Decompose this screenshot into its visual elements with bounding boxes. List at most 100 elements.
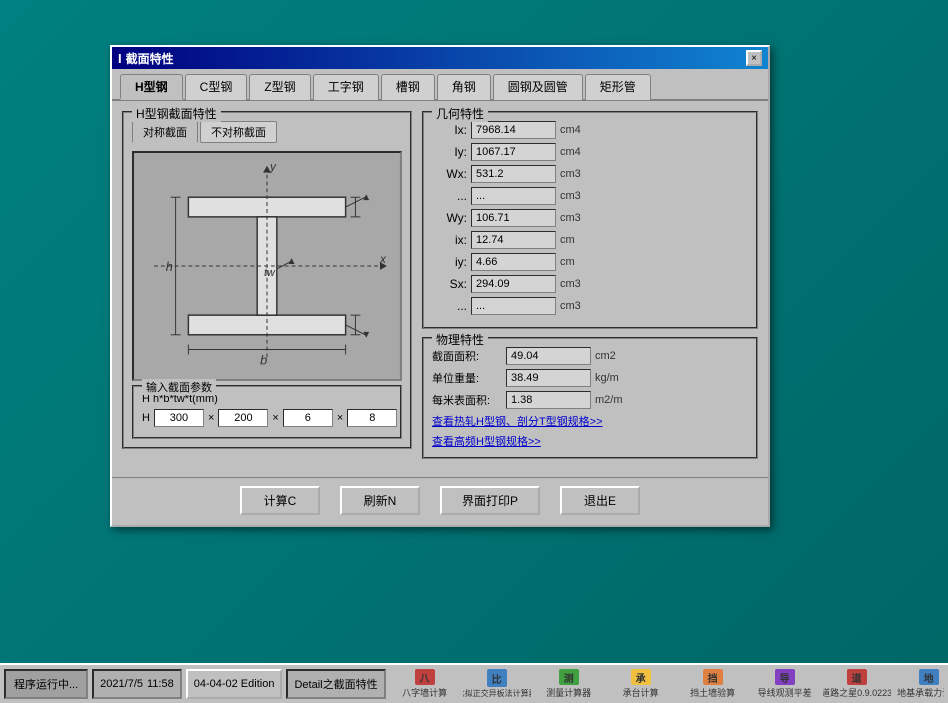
taskbar-time: 11:58: [147, 678, 174, 690]
exit-button[interactable]: 退出E: [560, 486, 640, 515]
tab-bar: H型钢 C型钢 Z型钢 工字钢 槽钢 角钢 圆钢及圆管 矩形管: [112, 69, 768, 101]
geo-unit-dots1: cm3: [560, 190, 590, 202]
link-hot-rolled[interactable]: 查看热轧H型钢、剖分T型钢规格>>: [432, 413, 748, 429]
geo-label-iyy: iy:: [432, 255, 467, 269]
geo-row-wx: Wx: 531.2 cm3: [432, 165, 748, 183]
left-panel: H型钢截面特性 对称截面 不对称截面: [122, 111, 412, 467]
geo-unit-sx: cm3: [560, 278, 590, 290]
tb-mini-icon-0: 八: [415, 669, 435, 685]
calc-button[interactable]: 计算C: [240, 486, 320, 515]
tab-round[interactable]: 圆钢及圆管: [493, 74, 583, 100]
geo-unit-wx: cm3: [560, 168, 590, 180]
taskbar-app-title[interactable]: Detail之截面特性: [286, 669, 385, 699]
tb-icon-1[interactable]: 比 比拟正交异板法计算器: [462, 667, 532, 701]
tb-icon-5[interactable]: 导 导线观测平差: [750, 667, 820, 701]
phys-unit-area: cm2: [595, 350, 616, 362]
modal-footer: 计算C 刷新N 界面打印P 退出E: [112, 477, 768, 525]
tb-mini-icon-7: 地: [919, 669, 939, 685]
phys-unit-weight: kg/m: [595, 372, 619, 384]
taskbar-edition[interactable]: 04-04-02 Edition: [186, 669, 283, 699]
tab-c-beam[interactable]: C型钢: [185, 74, 248, 100]
phys-row-surface: 每米表面积: 1.38 m2/m: [432, 391, 748, 409]
sep3: ×: [337, 412, 343, 424]
tab-slot[interactable]: 槽钢: [381, 74, 435, 100]
geo-label-ixx: ix:: [432, 233, 467, 247]
refresh-button[interactable]: 刷新N: [340, 486, 420, 515]
geo-value-wx: 531.2: [471, 165, 556, 183]
modal-window: I 截面特性 × H型钢 C型钢 Z型钢 工字钢 槽钢 角钢 圆钢及圆管 矩形管: [110, 45, 770, 527]
taskbar-running: 程序运行中...: [4, 669, 88, 699]
geo-row-wy: Wy: 106.71 cm3: [432, 209, 748, 227]
tb-icon-2[interactable]: 测 测量计算器: [534, 667, 604, 701]
section-group-label: H型钢截面特性: [132, 105, 221, 122]
geo-value-wy: 106.71: [471, 209, 556, 227]
tb-icon-3[interactable]: 承 承台计算: [606, 667, 676, 701]
geo-row-iyy: iy: 4.66 cm: [432, 253, 748, 271]
phys-value-area: 49.04: [506, 347, 591, 365]
print-button[interactable]: 界面打印P: [440, 486, 540, 515]
geo-unit-dots2: cm3: [560, 300, 590, 312]
geo-group-label: 几何特性: [432, 105, 488, 122]
modal-title: I 截面特性: [118, 50, 174, 67]
param-h-label: H: [142, 412, 150, 424]
tb-icon-7[interactable]: 地 地基承载力计算: [894, 667, 944, 701]
geo-row-sx: Sx: 294.09 cm3: [432, 275, 748, 293]
param-b-input[interactable]: [218, 409, 268, 427]
params-group-label: 输入截面参数: [142, 379, 216, 395]
phys-label-weight: 单位重量:: [432, 370, 502, 386]
desktop: I 截面特性 × H型钢 C型钢 Z型钢 工字钢 槽钢 角钢 圆钢及圆管 矩形管: [0, 0, 948, 703]
phys-label-surface: 每米表面积:: [432, 392, 502, 408]
sep2: ×: [272, 412, 278, 424]
param-tw-input[interactable]: [283, 409, 333, 427]
geo-value-iy: 1067.17: [471, 143, 556, 161]
tb-mini-icon-4: 挡: [703, 669, 723, 685]
close-button[interactable]: ×: [746, 50, 762, 66]
geo-unit-iyy: cm: [560, 256, 590, 268]
tb-icon-0[interactable]: 八 八字墙计算: [390, 667, 460, 701]
tab-h-beam[interactable]: H型钢: [120, 74, 183, 100]
right-panel: 几何特性 Ix: 7968.14 cm4 Iy: 1067.17 cm4: [422, 111, 758, 467]
phys-label-area: 截面面积:: [432, 348, 502, 364]
geo-value-dots2: ...: [471, 297, 556, 315]
tab-z-beam[interactable]: Z型钢: [249, 74, 310, 100]
tb-mini-icon-2: 测: [559, 669, 579, 685]
sub-tab-bar: 对称截面 不对称截面: [132, 121, 402, 143]
param-h-input[interactable]: [154, 409, 204, 427]
subtab-asymmetric[interactable]: 不对称截面: [200, 121, 277, 143]
geo-value-iyy: 4.66: [471, 253, 556, 271]
params-input-row: H × × ×: [142, 409, 392, 427]
modal-overlay: I 截面特性 × H型钢 C型钢 Z型钢 工字钢 槽钢 角钢 圆钢及圆管 矩形管: [0, 0, 948, 703]
subtab-symmetric[interactable]: 对称截面: [132, 121, 198, 143]
geo-row-iy: Iy: 1067.17 cm4: [432, 143, 748, 161]
tab-i-beam[interactable]: 工字钢: [313, 74, 379, 100]
link-high-freq[interactable]: 查看高频H型钢规格>>: [432, 433, 748, 449]
geo-unit-wy: cm3: [560, 212, 590, 224]
tb-icon-6[interactable]: 道 道路之星0.9.0223: [822, 667, 892, 701]
tab-angle[interactable]: 角钢: [437, 74, 491, 100]
geo-label-dots2: ...: [432, 299, 467, 313]
geo-unit-ix: cm4: [560, 124, 590, 136]
geo-label-iy: Iy:: [432, 145, 467, 159]
tb-mini-icon-3: 承: [631, 669, 651, 685]
tab-rect[interactable]: 矩形管: [585, 74, 651, 100]
geo-row-ix: Ix: 7968.14 cm4: [432, 121, 748, 139]
svg-text:tw: tw: [264, 267, 276, 279]
geo-group: 几何特性 Ix: 7968.14 cm4 Iy: 1067.17 cm4: [422, 111, 758, 329]
beam-svg: h b tw: [134, 153, 400, 379]
phys-group: 物理特性 截面面积: 49.04 cm2 单位重量: 38.49 kg/m: [422, 337, 758, 459]
tb-icon-4[interactable]: 挡 挡土墙验算: [678, 667, 748, 701]
tb-mini-icon-6: 道: [847, 669, 867, 685]
taskbar-active-app[interactable]: 2021/7/5 11:58: [92, 669, 182, 699]
geo-label-ix: Ix:: [432, 123, 467, 137]
sep1: ×: [208, 412, 214, 424]
param-t-input[interactable]: [347, 409, 397, 427]
geo-unit-iy: cm4: [560, 146, 590, 158]
taskbar: 程序运行中... 2021/7/5 11:58 04-04-02 Edition…: [0, 663, 948, 703]
params-group: 输入截面参数 H h*b*tw*t(mm) H × ×: [132, 385, 402, 439]
geo-label-dots1: ...: [432, 189, 467, 203]
svg-text:b: b: [260, 352, 267, 367]
taskbar-datetime: 2021/7/5: [100, 678, 143, 690]
tb-mini-icon-5: 导: [775, 669, 795, 685]
phys-value-surface: 1.38: [506, 391, 591, 409]
taskbar-icons-strip: 八 八字墙计算 比 比拟正交异板法计算器 测 测量计算器 承 承台计算 挡 挡土…: [390, 667, 944, 701]
